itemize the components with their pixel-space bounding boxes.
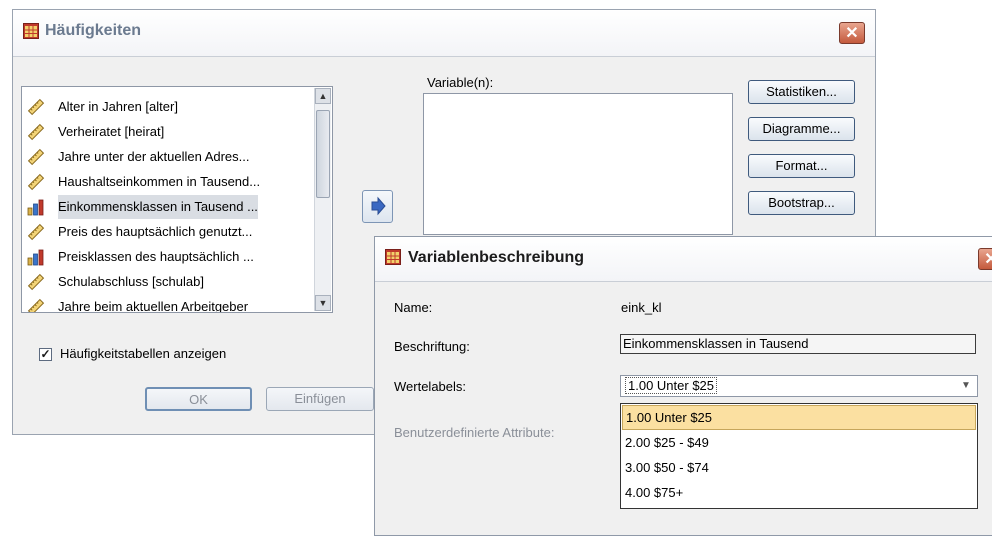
table-app-icon bbox=[385, 249, 401, 265]
list-item-label: Schulabschluss [schulab] bbox=[58, 274, 204, 289]
dialog-title: Häufigkeiten bbox=[45, 22, 142, 39]
table-app-icon bbox=[23, 23, 39, 39]
frequency-tables-label: Häufigkeitstabellen anzeigen bbox=[60, 346, 227, 361]
list-item-label: Einkommensklassen in Tausend ... bbox=[58, 195, 258, 219]
target-variables-list[interactable] bbox=[423, 93, 733, 235]
move-to-variables-button[interactable] bbox=[362, 190, 393, 223]
desc-title-bar[interactable]: Variablenbeschreibung ✕ bbox=[375, 237, 992, 282]
charts-button[interactable]: Diagramme... bbox=[748, 117, 855, 141]
variables-label: Variable(n): bbox=[427, 75, 494, 90]
label-field-label: Beschriftung: bbox=[394, 339, 470, 354]
desc-dialog-title: Variablenbeschreibung bbox=[408, 249, 585, 266]
list-item[interactable]: Schulabschluss [schulab] bbox=[24, 270, 308, 294]
bootstrap-button[interactable]: Bootstrap... bbox=[748, 191, 855, 215]
list-item[interactable]: Preisklassen des hauptsächlich ... bbox=[24, 245, 308, 269]
value-labels-label: Wertelabels: bbox=[394, 379, 467, 394]
list-item-label: Jahre beim aktuellen Arbeitgeber bbox=[58, 299, 249, 313]
chevron-down-icon[interactable]: ▼ bbox=[957, 377, 975, 395]
value-labels-dropdown[interactable]: 1.00 Unter $25 2.00 $25 - $49 3.00 $50 -… bbox=[620, 403, 978, 509]
close-button[interactable]: ✕ bbox=[978, 248, 992, 270]
ok-button[interactable]: OK bbox=[145, 387, 252, 411]
list-item[interactable]: Jahre beim aktuellen Arbeitgeber bbox=[24, 295, 308, 313]
dropdown-option[interactable]: 1.00 Unter $25 bbox=[622, 405, 976, 430]
ruler-icon bbox=[27, 223, 45, 241]
ordinal-bars-icon bbox=[27, 198, 45, 216]
list-item-label: Preis des hauptsächlich genutzt... bbox=[58, 224, 253, 239]
source-variable-list[interactable]: Alter in Jahren [alter] Verheiratet [heir… bbox=[21, 86, 333, 313]
list-item[interactable]: Haushaltseinkommen in Tausend... bbox=[24, 170, 308, 194]
list-item[interactable]: Jahre unter der aktuellen Adres... bbox=[24, 145, 308, 169]
dropdown-option[interactable]: 4.00 $75+ bbox=[622, 480, 976, 505]
statistics-button[interactable]: Statistiken... bbox=[748, 80, 855, 104]
frequency-tables-checkbox[interactable]: ✓ bbox=[39, 348, 52, 361]
paste-button[interactable]: Einfügen bbox=[266, 387, 374, 411]
scroll-down-icon[interactable]: ▼ bbox=[315, 295, 331, 311]
list-item[interactable]: Preis des hauptsächlich genutzt... bbox=[24, 220, 308, 244]
ruler-icon bbox=[27, 123, 45, 141]
list-item-label: Jahre unter der aktuellen Adres... bbox=[58, 149, 250, 164]
ruler-icon bbox=[27, 173, 45, 191]
scrollbar-thumb[interactable] bbox=[316, 110, 330, 198]
list-item-label: Preisklassen des hauptsächlich ... bbox=[58, 249, 254, 264]
ruler-icon bbox=[27, 273, 45, 291]
arrow-right-icon bbox=[371, 196, 386, 216]
name-value: eink_kl bbox=[621, 300, 662, 315]
title-bar[interactable]: Häufigkeiten ✕ bbox=[13, 10, 875, 57]
ruler-icon bbox=[27, 298, 45, 312]
ruler-icon bbox=[27, 148, 45, 166]
list-item-label: Alter in Jahren [alter] bbox=[58, 99, 178, 114]
list-item[interactable]: Einkommensklassen in Tausend ... bbox=[24, 195, 308, 219]
list-item-label: Haushaltseinkommen in Tausend... bbox=[58, 174, 261, 189]
dropdown-option[interactable]: 3.00 $50 - $74 bbox=[622, 455, 976, 480]
custom-attributes-label: Benutzerdefinierte Attribute: bbox=[394, 425, 555, 440]
name-label: Name: bbox=[394, 300, 433, 315]
label-value-field: Einkommensklassen in Tausend bbox=[620, 334, 976, 354]
ruler-icon bbox=[27, 98, 45, 116]
value-labels-combobox[interactable]: 1.00 Unter $25 ▼ bbox=[620, 375, 978, 397]
ordinal-bars-icon bbox=[27, 248, 45, 266]
close-button[interactable]: ✕ bbox=[839, 22, 865, 44]
list-item-label: Verheiratet [heirat] bbox=[58, 124, 165, 139]
scroll-up-icon[interactable]: ▲ bbox=[315, 88, 331, 104]
format-button[interactable]: Format... bbox=[748, 154, 855, 178]
value-labels-selected: 1.00 Unter $25 bbox=[625, 377, 718, 394]
dropdown-option[interactable]: 2.00 $25 - $49 bbox=[622, 430, 976, 455]
vertical-scrollbar[interactable]: ▲ ▼ bbox=[314, 88, 331, 311]
list-item[interactable]: Alter in Jahren [alter] bbox=[24, 95, 308, 119]
list-item[interactable]: Verheiratet [heirat] bbox=[24, 120, 308, 144]
